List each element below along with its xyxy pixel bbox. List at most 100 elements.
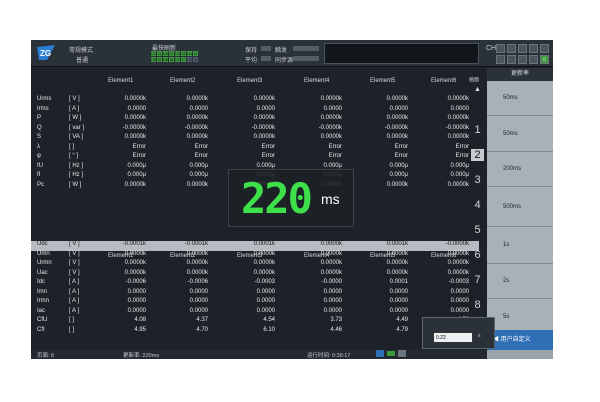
page-selector-label: 画面 bbox=[469, 77, 480, 83]
channel-button-3[interactable] bbox=[518, 44, 527, 53]
average-indicator[interactable] bbox=[261, 56, 271, 61]
scroll-up-icon[interactable]: ▲ bbox=[474, 86, 481, 93]
channel-button-5[interactable] bbox=[540, 44, 549, 53]
row-name: CfI bbox=[37, 326, 45, 333]
table-row[interactable]: Urms [ V ] 0.0000k 0.0000k 0.0000k 0.0000k 0.0… bbox=[31, 96, 479, 106]
status-bar: 页面: 6 更新率: 220ms 运行时间: 0:36:17 bbox=[31, 350, 487, 359]
table-cell: 0.0000k bbox=[253, 96, 275, 102]
row-unit: [ A ] bbox=[69, 298, 80, 304]
table-cell: 0.0000k bbox=[253, 260, 275, 266]
table-row[interactable]: Iac [ A ] 0.0000 0.0000 0.0000 0.0000 0.0000 0.… bbox=[31, 308, 479, 318]
table-row[interactable]: Imn [ A ] 0.0000 0.0000 0.0000 0.0000 0.0000 0.… bbox=[31, 289, 479, 299]
sync-indicator[interactable] bbox=[293, 56, 319, 61]
page-number-1[interactable]: 1 bbox=[471, 124, 484, 136]
channel-button-7[interactable] bbox=[507, 55, 516, 64]
table-cell: Error bbox=[394, 143, 408, 150]
table-row[interactable]: Uac [ V ] 0.0000k 0.0000k 0.0000k 0.0000k 0.00… bbox=[31, 270, 479, 280]
trigger-indicator[interactable] bbox=[293, 46, 319, 51]
channel-button-2[interactable] bbox=[507, 44, 516, 53]
led-u8: U8 bbox=[187, 57, 193, 62]
update-rate-option[interactable]: 500ms bbox=[487, 187, 553, 227]
row-name: Q bbox=[37, 124, 42, 131]
mode-value[interactable]: 普通 bbox=[76, 55, 88, 64]
table-row[interactable]: Urmn [ V ] 0.0000k 0.0000k 0.0000k 0.0000k 0.0… bbox=[31, 260, 479, 270]
table-cell: 4.54 bbox=[263, 317, 275, 323]
table-row[interactable]: Irms [ A ] 0.0000 0.0000 0.0000 0.0000 0.0000 0… bbox=[31, 106, 479, 116]
row-name: Uac bbox=[37, 269, 48, 276]
channel-button-4[interactable] bbox=[529, 44, 538, 53]
update-rate-option[interactable]: 50ms bbox=[487, 116, 553, 152]
table-cell: 0.0000 bbox=[323, 307, 342, 314]
table-cell: 0.0000 bbox=[127, 307, 146, 314]
table-row[interactable]: Umn [ V ] 0.0000k 0.0000k 0.0000k 0.0000k 0.00… bbox=[31, 251, 479, 261]
page-number-2[interactable]: 2 bbox=[471, 149, 484, 161]
row-name: Umn bbox=[37, 250, 50, 257]
table-row[interactable]: Udc [ V ] -0.0001k -0.0001k 0.0001k 0.0000k 0.… bbox=[31, 241, 479, 251]
table-cell: 0.0000 bbox=[256, 288, 275, 295]
led-i1: I1 bbox=[157, 51, 162, 56]
table-cell: -0.0001k bbox=[122, 241, 146, 247]
table-cell: 4.95 bbox=[134, 326, 146, 333]
table-row[interactable]: Irmn [ A ] 0.0000 0.0000 0.0000 0.0000 0.0000 0… bbox=[31, 298, 479, 308]
table-cell: 0.0000k bbox=[186, 134, 208, 140]
page-number-6[interactable]: 6 bbox=[471, 249, 484, 261]
hold-indicator[interactable] bbox=[261, 46, 271, 51]
table-cell: 0.0000 bbox=[189, 105, 208, 112]
table-row[interactable]: P [ W ] 0.0000k 0.0000k 0.0000k 0.0000k 0.0000… bbox=[31, 115, 479, 125]
table-row[interactable]: CfU[ ]4.084.374.543.734.494.50 bbox=[31, 317, 479, 327]
table-cell: 0.0000k bbox=[124, 260, 146, 266]
table-cell: 0.0000 bbox=[450, 105, 469, 112]
page-number-5[interactable]: 5 bbox=[471, 224, 484, 236]
update-rate-digits: 220 bbox=[241, 174, 313, 223]
table-row[interactable]: φ [ ° ] Error Error Error Error Error Error bbox=[31, 153, 479, 163]
row-unit: [ A ] bbox=[69, 105, 80, 112]
table-row[interactable]: CfI [ ] 4.95 4.70 6.10 4.46 4.79 bbox=[31, 327, 479, 337]
table-cell: 0.0000k bbox=[124, 134, 146, 140]
led-u6: U6 bbox=[163, 57, 169, 62]
row-unit: [ A ] bbox=[69, 288, 80, 295]
table-cell: Error bbox=[261, 143, 275, 150]
update-rate-option[interactable]: 50ms bbox=[487, 81, 553, 116]
row-unit: [ var ] bbox=[69, 124, 85, 131]
update-rate-option[interactable]: 200ms bbox=[487, 152, 553, 187]
page-number-7[interactable]: 7 bbox=[471, 274, 484, 286]
page-number-4[interactable]: 4 bbox=[471, 199, 484, 211]
table-cell: 6.10 bbox=[263, 326, 275, 333]
row-name: fU bbox=[37, 162, 43, 169]
table-cell: 0.0000k bbox=[386, 269, 408, 276]
table-cell: 0.0000 bbox=[323, 298, 342, 304]
led-row-upper: U1 I1 U2 I2 U3 I3 U4 I4 bbox=[151, 51, 198, 56]
table-cell: 0.0000k bbox=[124, 250, 146, 257]
channel-button-1[interactable] bbox=[496, 44, 505, 53]
channel-selected-button[interactable]: 6 bbox=[540, 55, 549, 64]
user-defined-button[interactable]: ◀ 用户自定义 bbox=[487, 330, 553, 350]
table-cell: -0.0003 bbox=[448, 279, 469, 285]
table-cell: -0.0006 bbox=[125, 279, 146, 285]
table-cell: -0.0000 bbox=[321, 279, 342, 285]
table-row[interactable]: λ [ ] Error Error Error Error Error Error bbox=[31, 144, 479, 154]
table-row[interactable]: Q [ var ] -0.0000k -0.0000k -0.0000k -0.0000k… bbox=[31, 125, 479, 135]
row-unit: [ ° ] bbox=[69, 153, 79, 159]
update-rate-overlay: 220 ms bbox=[228, 169, 354, 227]
table-cell: 0.0000k bbox=[320, 134, 342, 140]
channel-button-9[interactable] bbox=[529, 55, 538, 64]
led-u2: U2 bbox=[163, 51, 169, 56]
zlg-logo-icon: ZG bbox=[37, 45, 55, 60]
table-row[interactable]: Idc [ A ] -0.0006 -0.0006 -0.0003 -0.0000 0.00… bbox=[31, 279, 479, 289]
table-cell: 0.000μ bbox=[189, 172, 208, 178]
custom-rate-input[interactable]: 0.22 bbox=[433, 332, 473, 343]
table-row[interactable]: S [ VA ] 0.0000k 0.0000k 0.0000k 0.0000k 0.000… bbox=[31, 134, 479, 144]
status-update-rate: 更新率: 220ms bbox=[123, 353, 160, 359]
update-rate-title: 更新率 bbox=[487, 68, 553, 81]
table-cell: 0.0000k bbox=[124, 96, 146, 102]
table-cell: 0.0000k bbox=[320, 115, 342, 121]
update-rate-option[interactable]: 2s bbox=[487, 264, 553, 299]
page-number-8[interactable]: 8 bbox=[471, 299, 484, 311]
usb-icon bbox=[376, 350, 384, 357]
page-number-3[interactable]: 3 bbox=[471, 174, 484, 186]
channel-button-6[interactable] bbox=[496, 55, 505, 64]
update-rate-option[interactable]: 1s bbox=[487, 227, 553, 264]
channel-button-8[interactable] bbox=[518, 55, 527, 64]
table-cell: -0.0003 bbox=[254, 279, 275, 285]
row-name: Idc bbox=[37, 279, 46, 285]
